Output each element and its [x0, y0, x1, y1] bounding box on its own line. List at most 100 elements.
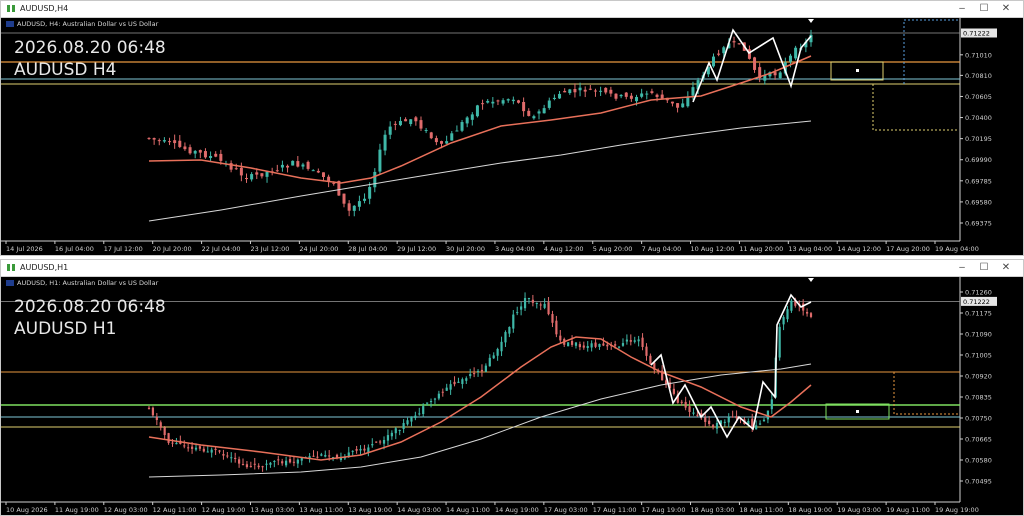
candle-body: [551, 314, 554, 323]
window-titlebar[interactable]: AUDUSD,H4 – ☐ ✕: [1, 1, 1023, 18]
time-tick-label: 17 Aug 11:00: [593, 506, 637, 514]
price-chart-h4[interactable]: 0.71010 0.70810 0.70605 0.70400 0.70195 0.699…: [1, 18, 1023, 255]
candle-body: [727, 417, 730, 423]
time-tick-label: 7 Aug 04:00: [642, 245, 682, 253]
minimize-button[interactable]: –: [951, 261, 973, 275]
candle-body: [567, 342, 570, 347]
time-tick-label: 12 Aug 19:00: [202, 506, 246, 514]
candle-body: [732, 41, 736, 43]
candle-body: [543, 303, 546, 308]
candle-body: [633, 340, 636, 342]
candle-body: [234, 168, 238, 170]
candle-body: [219, 153, 223, 161]
candle-body: [393, 123, 397, 125]
close-button[interactable]: ✕: [995, 2, 1017, 16]
candle-body: [404, 119, 408, 122]
candle-body: [239, 167, 243, 176]
price-tick-label: 0.69580: [965, 198, 992, 206]
candle-body: [245, 464, 249, 468]
candle-body: [535, 302, 538, 305]
candle-body: [424, 130, 428, 132]
maximize-button[interactable]: ☐: [973, 261, 995, 275]
candle-body: [218, 450, 221, 452]
candle-body: [147, 137, 151, 139]
projection-orange: [893, 372, 959, 415]
chart-window-h4[interactable]: AUDUSD,H4 – ☐ ✕ 0.71010 0.70810 0.70605 0.7…: [0, 0, 1024, 256]
candle-body: [512, 314, 515, 329]
candle-body: [778, 72, 782, 79]
candle-body: [363, 448, 366, 451]
candle-body: [187, 447, 190, 449]
candle-body: [484, 365, 487, 372]
time-tick-label: 28 Jul 04:00: [348, 245, 387, 253]
candle-body: [773, 72, 777, 76]
minimize-button[interactable]: –: [951, 2, 973, 16]
chart-window-icon: [7, 5, 15, 12]
candle-body: [155, 416, 158, 421]
candle-body: [163, 427, 166, 436]
candle-body: [388, 126, 392, 135]
candle-body: [257, 465, 260, 468]
time-tick-label: 14 Aug 12:00: [837, 245, 881, 253]
candle-body: [210, 449, 213, 453]
time-tick-label: 14 Aug 03:00: [397, 506, 441, 514]
candle-body: [306, 161, 310, 169]
candle-body: [539, 304, 542, 306]
candle-body: [747, 49, 751, 59]
candle-body: [723, 421, 726, 423]
candle-body: [394, 428, 397, 434]
candle-body: [286, 165, 290, 168]
candle-body: [296, 161, 300, 167]
candle-body: [531, 299, 534, 303]
candle-body: [461, 379, 464, 385]
candle-body: [588, 88, 592, 90]
candle-body: [594, 342, 597, 347]
candle-body: [281, 461, 284, 464]
price-tick-label: 0.69990: [965, 156, 992, 164]
candle-body: [320, 454, 323, 456]
candle-body: [253, 463, 256, 465]
candle-body: [650, 91, 654, 94]
candle-body: [402, 423, 405, 430]
price-tick-label: 0.70580: [965, 457, 992, 465]
candle-body: [457, 381, 460, 383]
candle-body: [209, 156, 213, 158]
candle-body: [382, 440, 386, 444]
time-tick-label: 18 Aug 19:00: [788, 506, 832, 514]
candle-body: [445, 387, 448, 391]
candle-body: [527, 298, 531, 300]
time-tick-label: 13 Aug 03:00: [250, 506, 294, 514]
chart-window-h1[interactable]: AUDUSD,H1 – ☐ ✕ 0.71260 0.71175 0.71090 0.7…: [0, 259, 1024, 516]
candle-body: [152, 138, 156, 140]
symbol-description: AUDUSD, H4: Australian Dollar vs US Doll…: [6, 20, 158, 28]
candle-body: [352, 205, 356, 211]
candle-body: [445, 141, 449, 144]
candle-body: [368, 186, 372, 199]
candle-body: [398, 429, 401, 431]
price-tick-label: 0.70495: [965, 478, 992, 486]
flag-icon: [6, 280, 14, 286]
candle-body: [183, 445, 186, 447]
candle-body: [351, 450, 354, 452]
candle-body: [265, 463, 268, 465]
candle-body: [171, 442, 174, 444]
candle-body: [488, 357, 491, 367]
candle-body: [359, 448, 362, 451]
candle-body: [711, 425, 715, 427]
time-tick-label: 11 Aug 20:00: [739, 245, 783, 253]
candle-body: [715, 422, 719, 429]
candle-body: [249, 466, 252, 468]
window-title: AUDUSD,H4: [20, 4, 69, 13]
price-tick-label: 0.71175: [965, 310, 992, 318]
maximize-button[interactable]: ☐: [973, 2, 995, 16]
window-titlebar[interactable]: AUDUSD,H1 – ☐ ✕: [1, 260, 1023, 277]
close-button[interactable]: ✕: [995, 261, 1017, 275]
candle-body: [655, 94, 659, 97]
time-tick-label: 10 Aug 12:00: [691, 245, 735, 253]
price-chart-h1[interactable]: 0.71260 0.71175 0.71090 0.71005 0.70920 0.708…: [1, 277, 1023, 515]
candle-body: [614, 93, 618, 99]
candle-body: [203, 151, 207, 158]
candle-body: [491, 101, 495, 104]
price-tick-label: 0.70195: [965, 135, 992, 143]
candle-body: [762, 419, 766, 422]
